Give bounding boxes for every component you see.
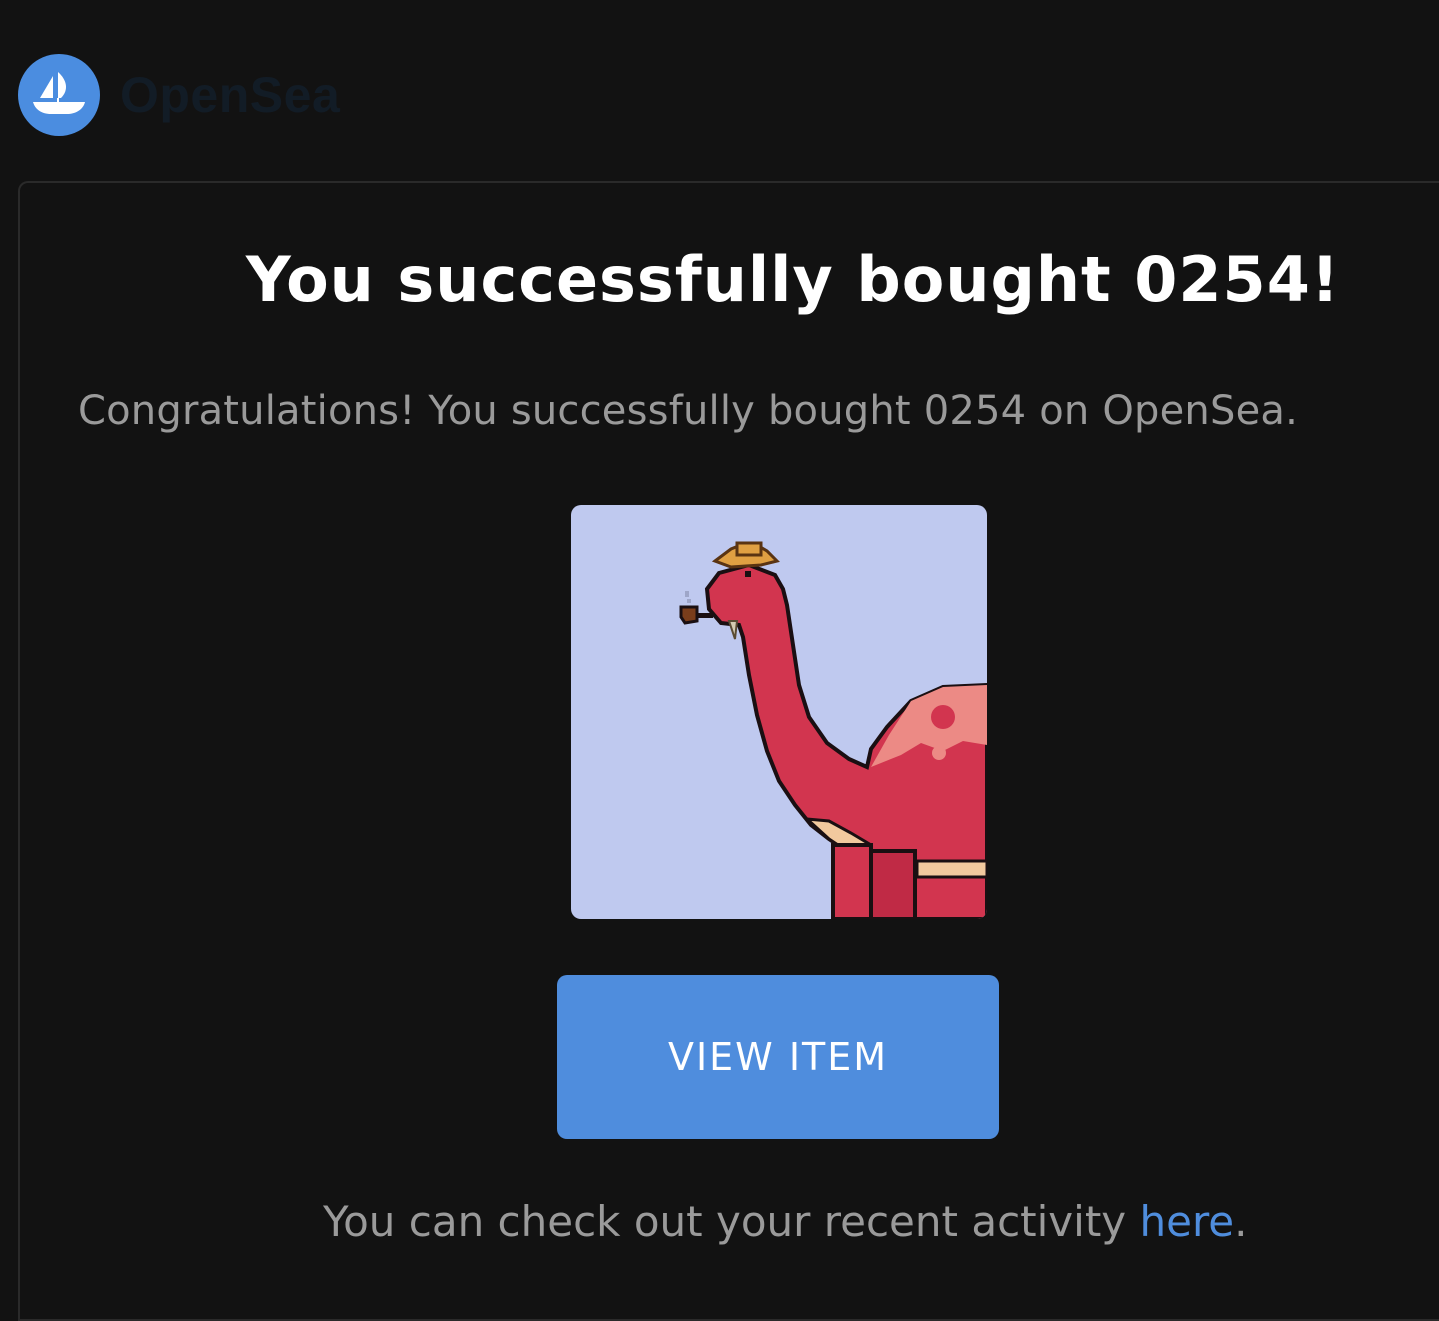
email-header: OpenSea [18,54,340,136]
email-card: You successfully bought 0254! Congratula… [18,181,1439,1321]
dinosaur-icon [679,541,987,919]
opensea-logo-icon[interactable] [18,54,100,136]
here-link[interactable]: here [1140,1197,1235,1246]
ship-icon [33,72,85,114]
recent-activity-text: You can check out your recent activity h… [323,1197,1248,1246]
nft-item-image[interactable] [571,505,987,919]
opensea-wordmark[interactable]: OpenSea [120,66,340,124]
congratulations-message: Congratulations! You successfully bought… [78,388,1299,434]
page-title: You successfully bought 0254! [245,243,1341,316]
recent-activity-label: You can check out your recent activity [323,1197,1140,1246]
footer-period: . [1234,1197,1248,1246]
view-item-button[interactable]: VIEW ITEM [557,975,999,1139]
